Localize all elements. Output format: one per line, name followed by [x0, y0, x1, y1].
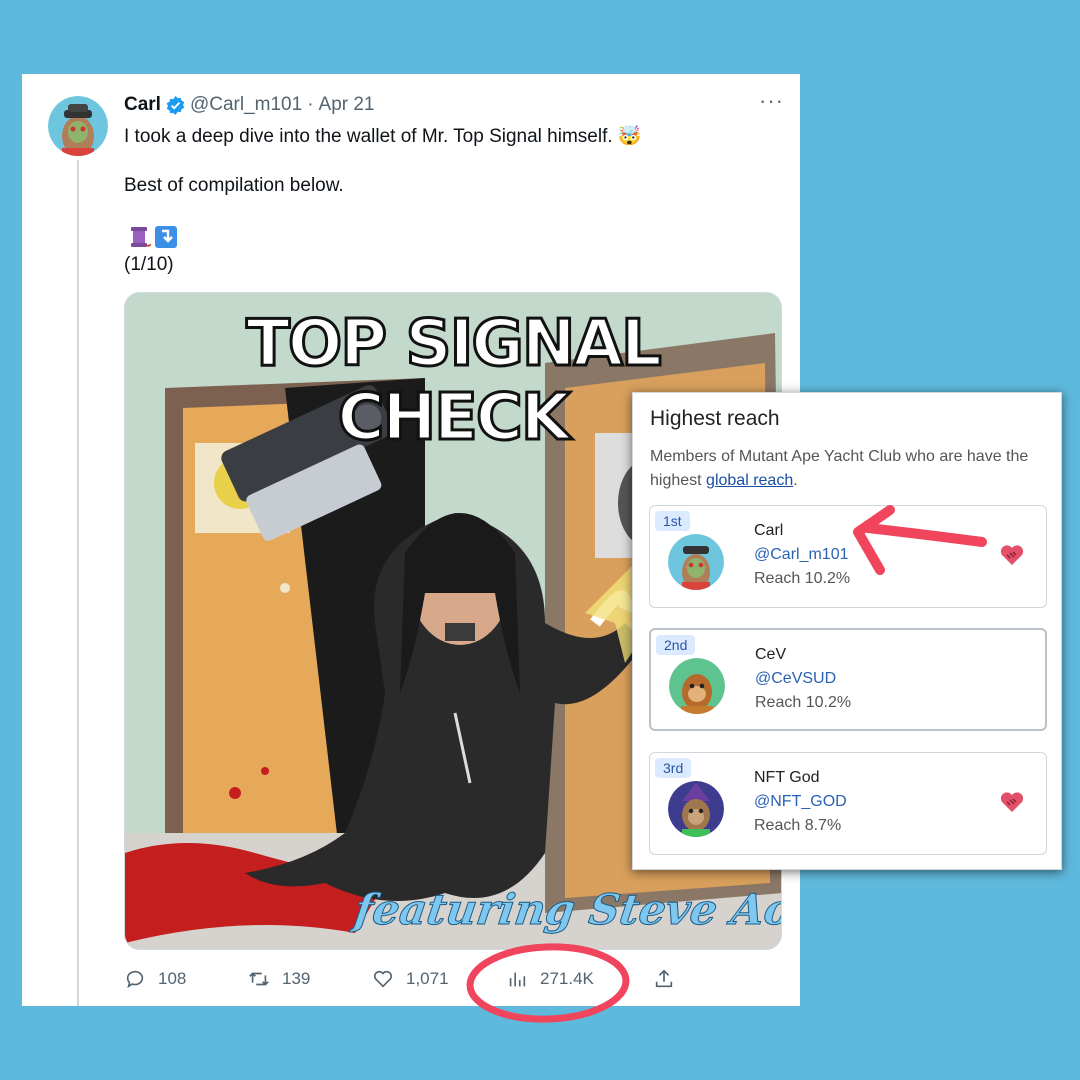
- rank-badge: 1st: [655, 511, 690, 531]
- like-button[interactable]: 1,071: [372, 968, 449, 990]
- retweet-button[interactable]: 139: [248, 968, 310, 990]
- panel-description: Members of Mutant Ape Yacht Club who are…: [650, 445, 1040, 493]
- reply-button[interactable]: 108: [124, 968, 186, 990]
- highest-reach-panel: Highest reach Members of Mutant Ape Yach…: [632, 392, 1062, 870]
- views-icon: [509, 972, 526, 987]
- retweet-count: 139: [282, 969, 311, 988]
- reply-count: 108: [158, 969, 187, 988]
- member-card[interactable]: 3rd NFT God @NFT_GOD Reach 8.7%: [649, 752, 1047, 855]
- member-avatar: [668, 781, 724, 837]
- more-icon[interactable]: ···: [759, 88, 784, 114]
- rank-badge: 2nd: [656, 635, 696, 655]
- member-handle[interactable]: @NFT_GOD: [754, 793, 847, 811]
- member-name: NFT God: [754, 769, 820, 786]
- member-card[interactable]: 2nd CeV @CeVSUD Reach 10.2%: [649, 628, 1047, 731]
- author-name[interactable]: Carl: [124, 94, 161, 116]
- share-icon: [655, 969, 673, 988]
- verified-badge-icon: [166, 95, 185, 115]
- like-icon: [373, 970, 393, 988]
- tweet-header: Carl @Carl_m101 · Apr 21: [124, 94, 375, 116]
- thread-spool-icon: [131, 227, 151, 247]
- author-handle[interactable]: @Carl_m101: [190, 94, 302, 116]
- member-reach: Reach 10.2%: [754, 570, 851, 587]
- member-card[interactable]: 1st Carl @Carl_m101 Reach 10.2%: [649, 505, 1047, 608]
- tweet-text-line1: I took a deep dive into the wallet of Mr…: [124, 126, 642, 147]
- member-name: CeV: [755, 646, 787, 663]
- header-separator: ·: [307, 94, 314, 115]
- handshake-heart-icon: [1000, 545, 1024, 565]
- member-handle[interactable]: @CeVSUD: [755, 670, 836, 688]
- member-reach: Reach 8.7%: [754, 817, 842, 834]
- thread-emoji: 🧵⤵️: [124, 225, 178, 249]
- tweet-date[interactable]: Apr 21: [319, 94, 375, 116]
- member-name: Carl: [754, 522, 784, 539]
- views-button[interactable]: 271.4K: [506, 968, 594, 990]
- handshake-heart-icon: [1000, 792, 1024, 812]
- global-reach-link[interactable]: global reach: [706, 472, 793, 489]
- member-handle[interactable]: @Carl_m101: [754, 546, 849, 564]
- share-button[interactable]: [653, 968, 675, 990]
- member-avatar: [668, 534, 724, 590]
- views-count: 271.4K: [540, 969, 594, 988]
- member-reach: Reach 10.2%: [755, 694, 852, 711]
- tweet-action-bar: 108 139 1,071 271.4K: [124, 968, 684, 992]
- arrow-down-icon: [155, 226, 177, 248]
- panel-desc-suffix: .: [793, 472, 798, 489]
- like-count: 1,071: [406, 969, 449, 988]
- tweet-text-line4: (1/10): [124, 254, 174, 275]
- tweet-text-line2: Best of compilation below.: [124, 175, 344, 196]
- retweet-icon: [249, 972, 269, 986]
- member-avatar: [669, 658, 725, 714]
- author-avatar[interactable]: [48, 96, 108, 156]
- media-caption: featuring Steve Aoki: [351, 885, 782, 935]
- panel-title: Highest reach: [650, 407, 780, 430]
- reply-icon: [126, 970, 144, 989]
- thread-line: [77, 160, 79, 1006]
- rank-badge: 3rd: [655, 758, 692, 778]
